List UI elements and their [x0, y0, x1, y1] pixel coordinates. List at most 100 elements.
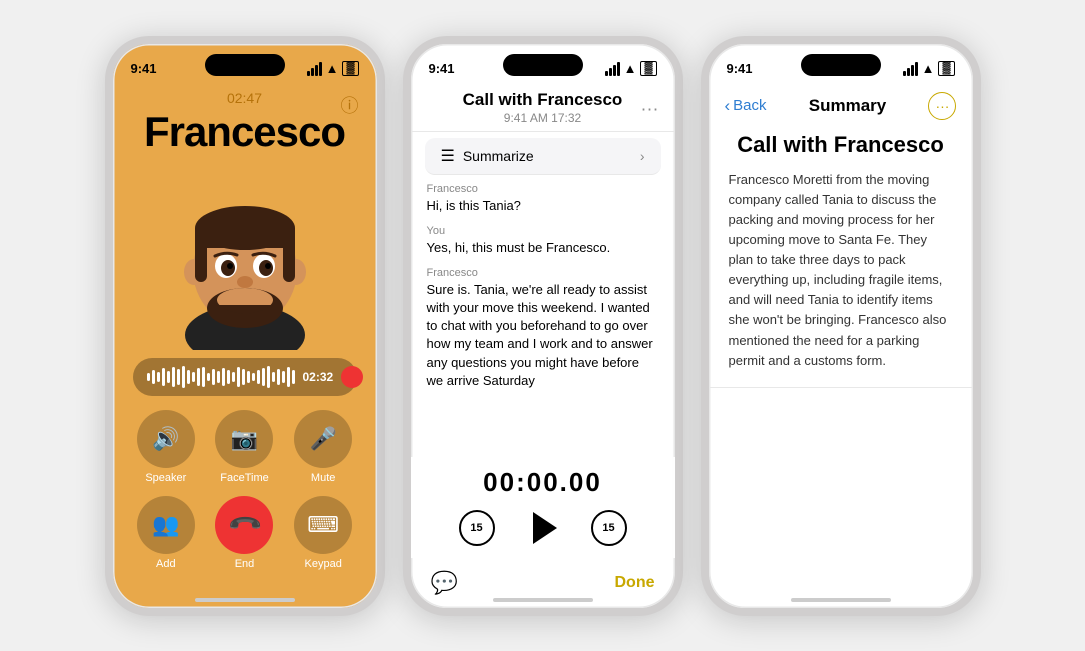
avatar-memoji — [150, 160, 340, 350]
dynamic-island-2 — [503, 54, 583, 76]
phones-container: 9:41 ▲ ▓ 02:47 Francesco — [0, 0, 1085, 651]
summarize-chevron-icon: › — [640, 148, 645, 164]
mute-btn-circle[interactable]: 🎤 — [294, 410, 352, 468]
wave-bar — [152, 370, 155, 384]
call-screen: 02:47 Francesco — [113, 88, 377, 608]
skip-back-button[interactable]: 15 — [459, 510, 495, 546]
transcript-message-3: Francesco Sure is. Tania, we're all read… — [427, 267, 659, 390]
home-bar-2 — [493, 598, 593, 602]
sig-bar — [319, 62, 322, 76]
status-icons-3: ▲ ▓ — [903, 61, 955, 76]
wave-bar — [207, 373, 210, 381]
keypad-button[interactable]: ⌨ Keypad — [290, 496, 357, 570]
info-icon[interactable]: ⓘ — [341, 92, 359, 118]
speaker-2: You — [427, 225, 659, 237]
call-buttons-grid: 🔊 Speaker 📷 FaceTime 🎤 Mute — [133, 410, 357, 570]
facetime-icon: 📷 — [231, 426, 258, 452]
end-button[interactable]: 📞 End — [211, 496, 278, 570]
wave-bar — [227, 370, 230, 384]
add-btn-circle[interactable]: 👥 — [137, 496, 195, 554]
keypad-btn-circle[interactable]: ⌨ — [294, 496, 352, 554]
summarize-left: ☰ Summarize — [441, 146, 534, 166]
speaker-3: Francesco — [427, 267, 659, 279]
battery-icon-1: ▓ — [342, 61, 358, 76]
transcript-message-2: You Yes, hi, this must be Francesco. — [427, 225, 659, 257]
keypad-label: Keypad — [305, 558, 342, 570]
facetime-btn-circle[interactable]: 📷 — [215, 410, 273, 468]
transcript-message-1: Francesco Hi, is this Tania? — [427, 183, 659, 215]
speech-bubble-icon[interactable]: 💬 — [431, 570, 458, 596]
facetime-button[interactable]: 📷 FaceTime — [211, 410, 278, 484]
skip-back-label: 15 — [470, 522, 482, 534]
add-icon: 👥 — [152, 512, 179, 538]
sig-bar — [609, 68, 612, 76]
summarize-label: Summarize — [463, 148, 534, 164]
status-icons-1: ▲ ▓ — [307, 61, 359, 76]
transcript-title: Call with Francesco — [427, 90, 659, 110]
play-icon — [533, 512, 557, 544]
speaker-button[interactable]: 🔊 Speaker — [133, 410, 200, 484]
waveform — [147, 366, 295, 388]
sig-bar — [915, 62, 918, 76]
speaker-icon: 🔊 — [152, 426, 179, 452]
transcript-date: 9:41 AM 17:32 — [427, 111, 659, 125]
wave-bar — [212, 369, 215, 385]
wave-bar — [282, 371, 285, 383]
skip-forward-button[interactable]: 15 — [591, 510, 627, 546]
mute-label: Mute — [311, 472, 335, 484]
mute-icon: 🎤 — [309, 426, 336, 452]
end-label: End — [235, 558, 255, 570]
back-button[interactable]: ‹ Back — [725, 96, 767, 116]
play-button[interactable] — [523, 508, 563, 548]
wave-bar — [277, 369, 280, 385]
dynamic-island — [205, 54, 285, 76]
wave-bar — [172, 367, 175, 387]
more-options-icon[interactable]: ··· — [641, 99, 659, 120]
summarize-icon: ☰ — [441, 146, 455, 166]
transcript-text-1: Hi, is this Tania? — [427, 197, 659, 215]
done-button[interactable]: Done — [615, 574, 655, 592]
record-button[interactable] — [341, 366, 363, 388]
summary-body-text: Francesco Moretti from the moving compan… — [729, 170, 953, 371]
wave-bar — [272, 372, 275, 382]
end-btn-circle[interactable]: 📞 — [215, 496, 273, 554]
sig-bar — [617, 62, 620, 76]
speaker-btn-circle[interactable]: 🔊 — [137, 410, 195, 468]
sig-bar — [307, 71, 310, 76]
mute-button[interactable]: 🎤 Mute — [290, 410, 357, 484]
wave-bar — [167, 371, 170, 383]
add-button[interactable]: 👥 Add — [133, 496, 200, 570]
sig-bar — [907, 68, 910, 76]
speaker-1: Francesco — [427, 183, 659, 195]
wave-bar — [222, 368, 225, 386]
audio-time: 02:32 — [303, 370, 334, 384]
summary-more-icon[interactable]: ··· — [928, 92, 956, 120]
wave-bar — [262, 368, 265, 386]
home-bar-1 — [195, 598, 295, 602]
facetime-label: FaceTime — [220, 472, 269, 484]
wave-bar — [197, 368, 200, 386]
wave-bar — [217, 371, 220, 383]
playback-area: 00:00.00 15 15 — [411, 457, 675, 558]
wave-bar — [267, 366, 270, 388]
wave-bar — [177, 369, 180, 385]
summary-nav: ‹ Back Summary ··· — [709, 88, 973, 128]
memoji-svg — [150, 160, 340, 350]
wave-bar — [242, 369, 245, 385]
end-call-icon: 📞 — [226, 506, 264, 544]
add-label: Add — [156, 558, 176, 570]
speaker-label: Speaker — [145, 472, 186, 484]
wave-bar — [252, 373, 255, 381]
signal-bars-1 — [307, 62, 322, 76]
skip-fwd-label: 15 — [602, 522, 614, 534]
audio-bar: 02:32 — [133, 358, 357, 396]
playback-controls: 15 15 — [459, 508, 627, 548]
summarize-bar[interactable]: ☰ Summarize › — [425, 138, 661, 175]
signal-bars-2 — [605, 62, 620, 76]
summary-call-title: Call with Francesco — [729, 132, 953, 158]
phone-transcript: 9:41 ▲ ▓ Call with Francesco 9:41 AM 17:… — [403, 36, 683, 616]
signal-bars-3 — [903, 62, 918, 76]
sig-bar — [311, 68, 314, 76]
wave-bar — [232, 372, 235, 382]
wave-bar — [187, 370, 190, 384]
